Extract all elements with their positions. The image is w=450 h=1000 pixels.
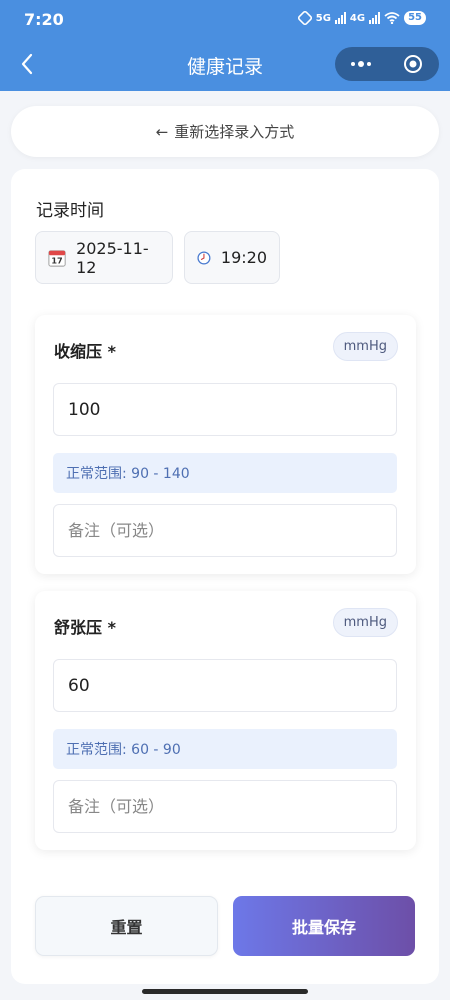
reselect-label: 重新选择录入方式 xyxy=(174,123,295,141)
date-value: 2025-11-12 xyxy=(76,238,149,277)
time-picker[interactable]: 19:20 xyxy=(184,231,280,284)
diastolic-note-input[interactable] xyxy=(53,780,397,833)
status-bar: 7:20 5G 4G 55 xyxy=(0,0,450,38)
nfc-icon xyxy=(297,11,312,25)
chevron-left-icon xyxy=(21,53,33,75)
network-5g-label: 5G xyxy=(315,12,331,24)
diastolic-section: 舒张压 * mmHg 正常范围: 60 - 90 xyxy=(35,591,416,850)
unit-badge: mmHg xyxy=(332,608,398,637)
systolic-note-input[interactable] xyxy=(53,504,397,557)
diastolic-title: 舒张压 * xyxy=(54,618,116,637)
svg-text:17: 17 xyxy=(51,255,62,265)
record-time-label: 记录时间 xyxy=(36,201,104,221)
systolic-title: 收缩压 * xyxy=(54,342,116,361)
status-icons: 5G 4G 55 xyxy=(297,11,426,25)
battery-indicator: 55 xyxy=(404,11,426,25)
reselect-input-method-button[interactable]: ← 重新选择录入方式 xyxy=(11,106,439,157)
status-time: 7:20 xyxy=(24,10,64,29)
systolic-value-input[interactable] xyxy=(53,383,397,436)
normal-range-hint: 正常范围: 60 - 90 xyxy=(53,729,397,769)
diastolic-value-input[interactable] xyxy=(53,659,397,712)
home-indicator[interactable] xyxy=(142,989,308,994)
nav-bar: 健康记录 xyxy=(0,38,450,91)
arrow-left-icon: ← xyxy=(155,122,169,141)
signal-icon xyxy=(369,12,381,24)
app-header: 7:20 5G 4G 55 健康记录 xyxy=(0,0,450,91)
close-miniprogram-button[interactable] xyxy=(387,47,439,81)
clock-icon xyxy=(197,250,211,265)
systolic-section: 收缩压 * mmHg 正常范围: 90 - 140 xyxy=(35,315,416,574)
miniprogram-capsule xyxy=(335,47,439,81)
record-form-card: 记录时间 17 2025-11-12 19:20 收缩压 * mmHg 正常范围… xyxy=(11,169,439,984)
time-value: 19:20 xyxy=(220,248,267,267)
back-button[interactable] xyxy=(14,50,40,78)
network-4g-label: 4G xyxy=(349,12,366,24)
reset-button[interactable]: 重置 xyxy=(35,896,218,956)
normal-range-hint: 正常范围: 90 - 140 xyxy=(53,453,397,493)
wifi-icon xyxy=(384,12,400,24)
unit-badge: mmHg xyxy=(332,332,398,361)
more-button[interactable] xyxy=(335,47,387,81)
calendar-icon: 17 xyxy=(48,249,66,267)
more-dots-icon xyxy=(351,61,371,67)
date-picker[interactable]: 17 2025-11-12 xyxy=(35,231,173,284)
signal-icon xyxy=(334,12,346,24)
target-circle-icon xyxy=(404,55,422,73)
batch-save-button[interactable]: 批量保存 xyxy=(233,896,415,956)
